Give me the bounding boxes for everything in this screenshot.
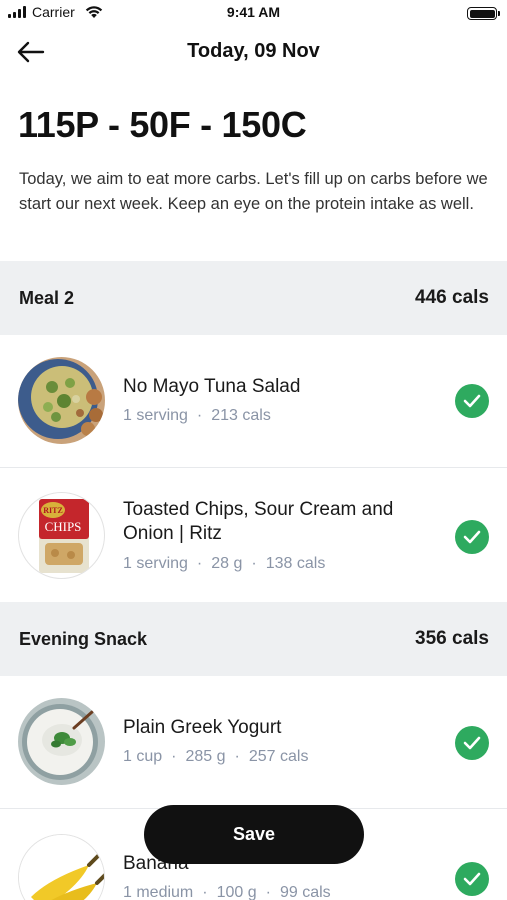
food-item-tuna-salad[interactable]: No Mayo Tuna Salad 1 serving · 213 cals (0, 335, 507, 468)
banana-icon (18, 834, 105, 900)
salad-bowl-icon (18, 357, 105, 444)
status-bar: Carrier 9:41 AM (0, 0, 507, 26)
meal-section-header: Evening Snack 356 cals (0, 602, 507, 676)
calories: 99 cals (279, 884, 331, 900)
weight: 100 g (216, 884, 257, 900)
checkmark-icon[interactable] (455, 520, 489, 554)
checkmark-icon[interactable] (455, 726, 489, 760)
serving-size: 1 serving (123, 407, 188, 424)
day-description: Today, we aim to eat more carbs. Let's f… (19, 170, 488, 213)
meal-cals: 446 cals (415, 287, 489, 308)
calories: 213 cals (211, 407, 271, 424)
macro-targets-heading: 115P - 50F - 150C (18, 104, 307, 145)
calories: 138 cals (265, 555, 326, 572)
meal-section-header: Meal 2 446 cals (0, 261, 507, 335)
calories: 257 cals (248, 748, 309, 765)
checkmark-icon[interactable] (455, 862, 489, 896)
save-button[interactable]: Save (144, 805, 364, 864)
food-name: No Mayo Tuna Salad (123, 376, 301, 397)
food-meta: 1 medium · 100 g · 99 cals (123, 884, 331, 900)
weight: 28 g (211, 555, 243, 572)
meal-title: Evening Snack (19, 628, 148, 649)
meal-title: Meal 2 (19, 287, 75, 308)
ritz-brand-text: RITZ (43, 506, 63, 515)
food-meta: 1 serving · 28 g · 138 cals (123, 555, 326, 572)
food-meta: 1 serving · 213 cals (123, 407, 271, 424)
serving-size: 1 serving (123, 555, 188, 572)
checkmark-icon[interactable] (455, 384, 489, 418)
meal-cals: 356 cals (415, 628, 489, 649)
serving-size: 1 cup (123, 748, 163, 765)
food-name: Toasted Chips, Sour Cream and Onion | Ri… (123, 499, 394, 544)
food-name: Plain Greek Yogurt (123, 717, 282, 738)
ritz-product-text: CHIPS (45, 519, 82, 534)
nav-bar: Today, 09 Nov (0, 30, 507, 74)
food-meta: 1 cup · 285 g · 257 cals (123, 748, 309, 765)
serving-size: 1 medium (123, 884, 194, 900)
ritz-chips-box-icon: RITZ CHIPS (18, 492, 105, 579)
weight: 285 g (185, 748, 226, 765)
food-item-greek-yogurt[interactable]: Plain Greek Yogurt 1 cup · 285 g · 257 cals (0, 676, 507, 809)
battery-icon (467, 7, 500, 20)
food-item-ritz-chips[interactable]: RITZ CHIPS Toasted Chips, Sour Cream and… (0, 469, 507, 602)
status-time: 9:41 AM (226, 4, 281, 20)
page-title: Today, 09 Nov (187, 40, 320, 62)
yogurt-bowl-icon (18, 698, 105, 785)
